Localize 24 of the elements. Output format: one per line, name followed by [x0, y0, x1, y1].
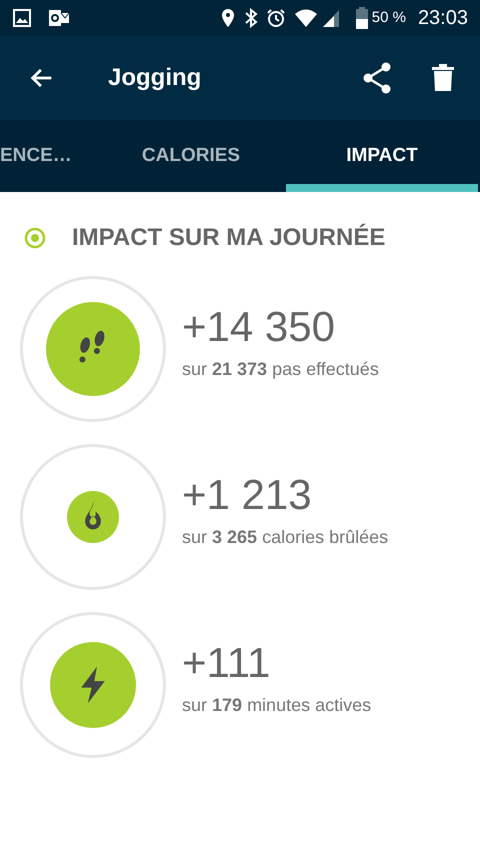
location-icon	[220, 8, 236, 28]
stat-detail: sur 179 minutes actives	[182, 694, 372, 716]
bluetooth-icon	[244, 8, 258, 28]
target-icon	[24, 227, 46, 249]
wifi-icon	[294, 8, 318, 28]
tab[interactable]: CALORIES	[96, 120, 286, 192]
delete-button[interactable]	[432, 64, 454, 92]
battery-icon	[356, 7, 368, 29]
image-icon	[12, 8, 32, 28]
battery-percentage: 50 %	[372, 8, 406, 28]
stat-value: +1 213	[182, 472, 313, 518]
stat-value: +111	[182, 640, 272, 686]
clock-time: 23:03	[418, 6, 468, 31]
alarm-icon	[266, 8, 286, 28]
share-button[interactable]	[362, 62, 392, 94]
stat-detail: sur 21 373 pas effectués	[182, 358, 379, 381]
stat-detail: sur 3 265 calories brûlées	[182, 526, 388, 548]
tab[interactable]: ENCE…	[0, 120, 96, 192]
stat-value: +14 350	[182, 304, 336, 350]
mail-app-icon	[48, 8, 70, 28]
screen-title: Jogging	[108, 63, 202, 93]
tab[interactable]: IMPACT	[286, 120, 478, 192]
section-heading: IMPACT SUR MA JOURNÉE	[72, 222, 386, 253]
signal-icon	[322, 8, 340, 28]
